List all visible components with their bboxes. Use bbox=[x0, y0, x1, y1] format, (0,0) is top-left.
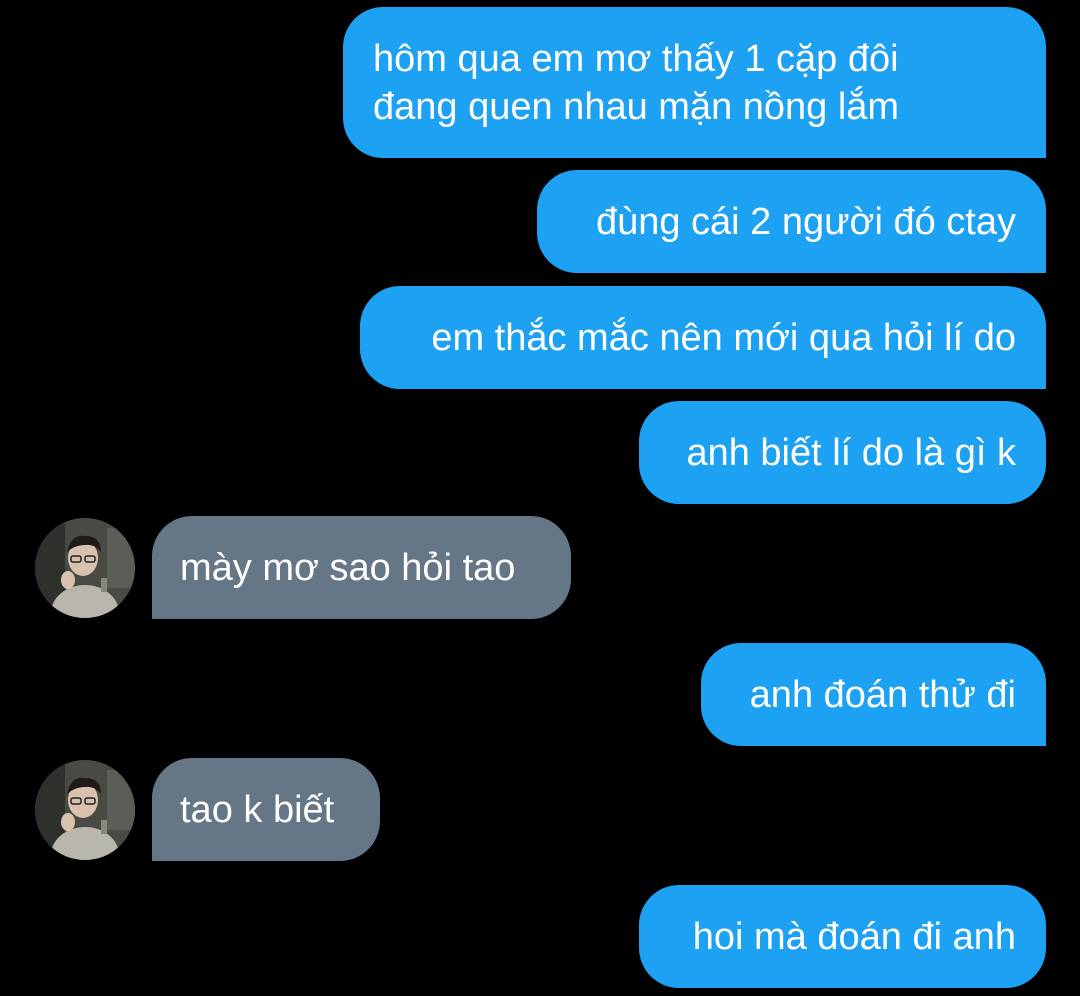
message-bubble-sent[interactable]: hôm qua em mơ thấy 1 cặp đôi đang quen n… bbox=[343, 7, 1046, 158]
user-avatar-photo-icon bbox=[35, 760, 135, 860]
message-bubble-sent[interactable]: anh biết lí do là gì k bbox=[639, 401, 1046, 504]
message-text: hôm qua em mơ thấy 1 cặp đôi đang quen n… bbox=[373, 37, 900, 128]
message-bubble-sent[interactable]: đùng cái 2 người đó ctay bbox=[537, 170, 1046, 273]
message-text: đùng cái 2 người đó ctay bbox=[595, 200, 1016, 243]
user-avatar-photo-icon bbox=[35, 518, 135, 618]
message-text: em thắc mắc nên mới qua hỏi lí do bbox=[431, 316, 1016, 359]
avatar[interactable] bbox=[35, 760, 135, 860]
message-bubble-sent[interactable]: em thắc mắc nên mới qua hỏi lí do bbox=[360, 286, 1046, 389]
message-bubble-sent[interactable]: hoi mà đoán đi anh bbox=[639, 885, 1046, 988]
message-bubble-received[interactable]: tao k biết bbox=[152, 758, 380, 861]
message-text: mày mơ sao hỏi tao bbox=[180, 546, 516, 589]
message-bubble-received[interactable]: mày mơ sao hỏi tao bbox=[152, 516, 571, 619]
message-text: hoi mà đoán đi anh bbox=[692, 915, 1016, 958]
message-text: anh biết lí do là gì k bbox=[686, 431, 1016, 474]
message-bubble-sent[interactable]: anh đoán thử đi bbox=[701, 643, 1046, 746]
message-text: tao k biết bbox=[180, 788, 335, 831]
avatar[interactable] bbox=[35, 518, 135, 618]
message-text: anh đoán thử đi bbox=[749, 673, 1016, 716]
